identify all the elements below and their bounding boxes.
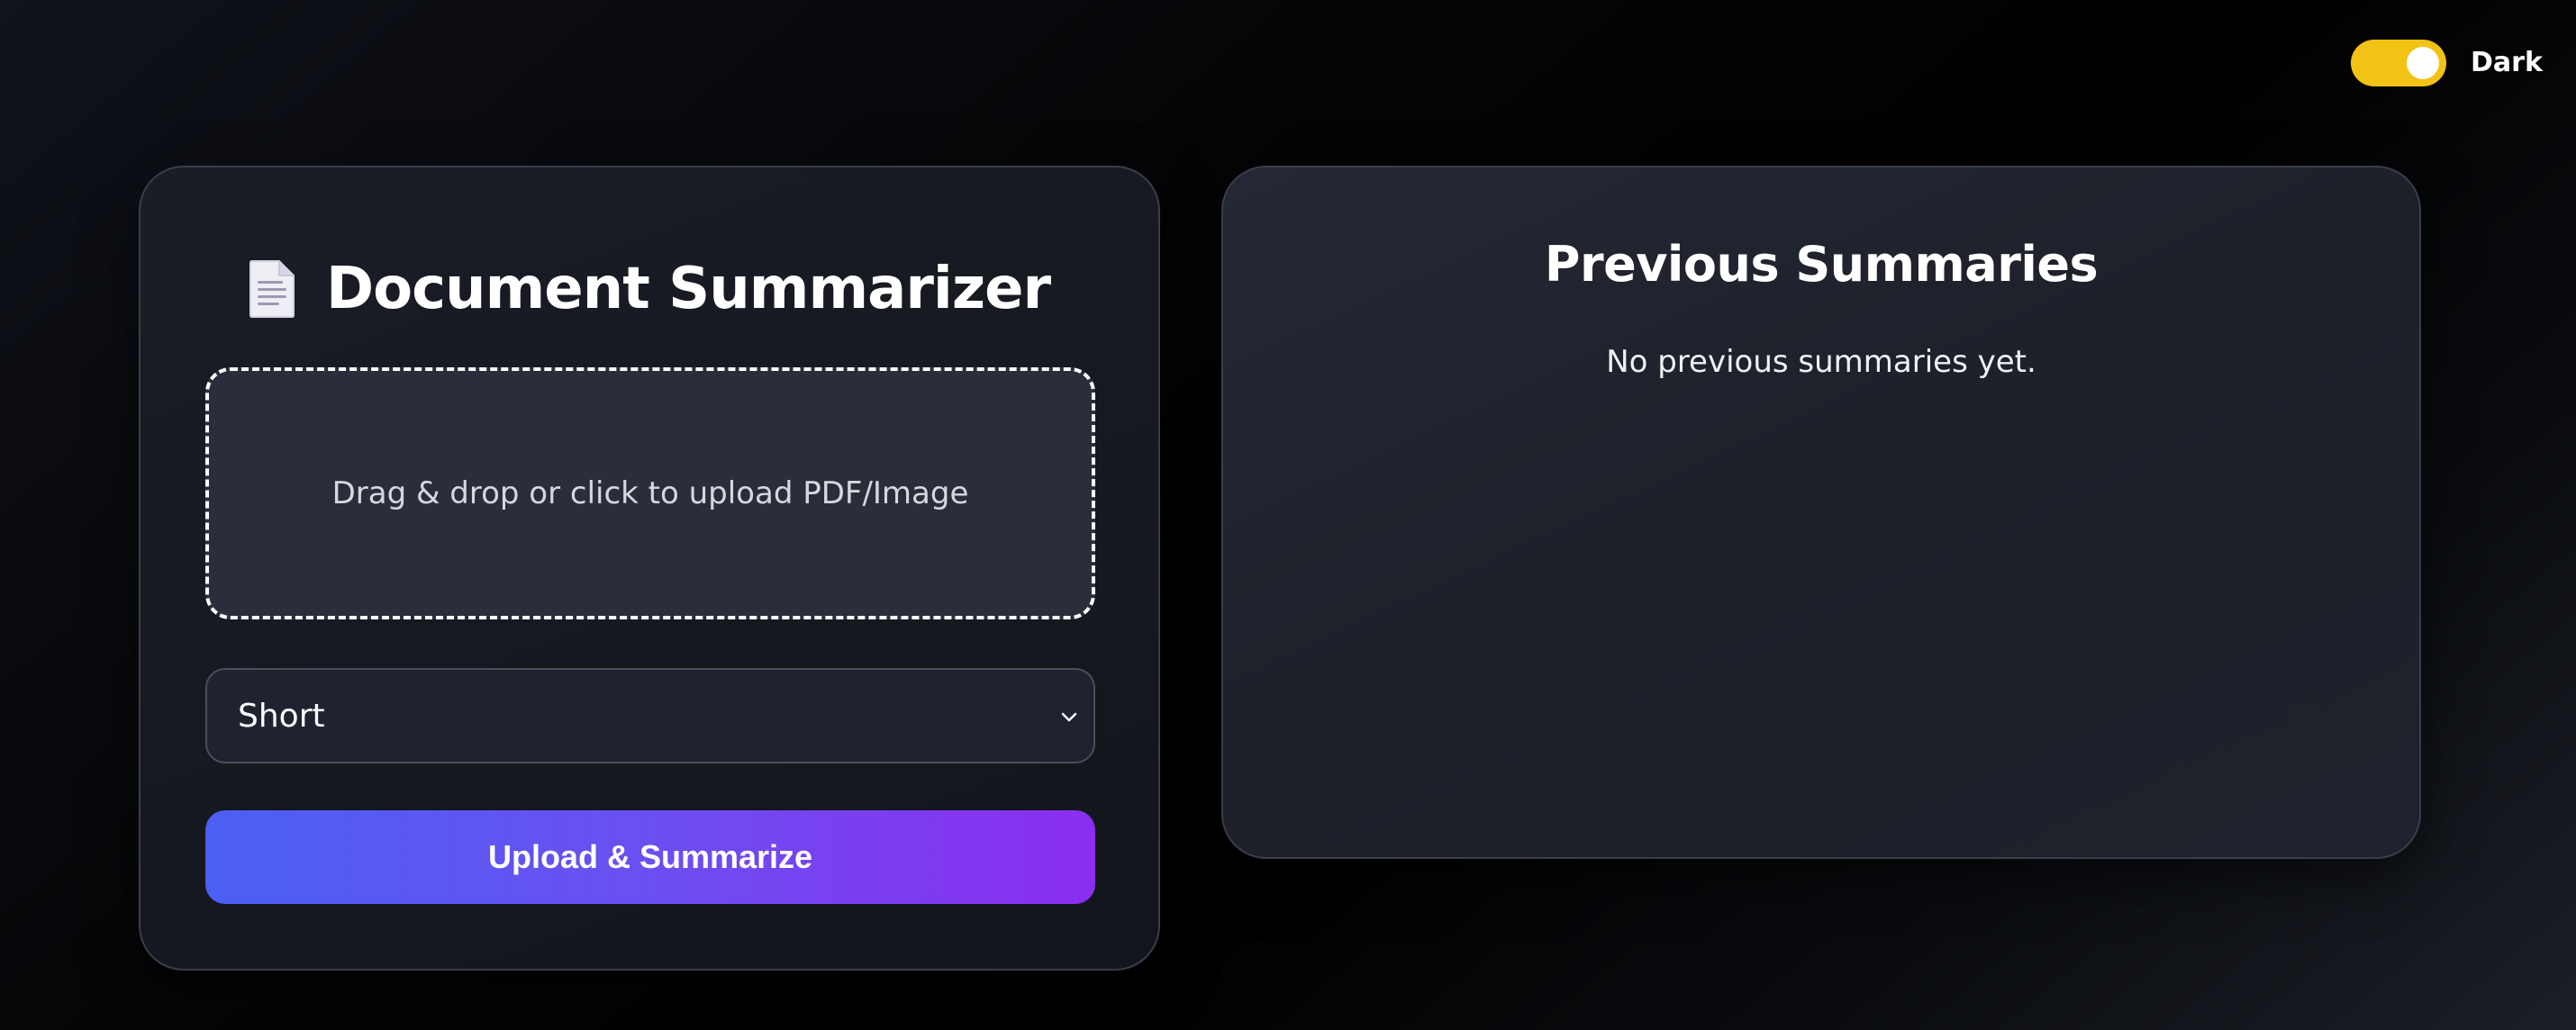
document-icon xyxy=(249,259,295,319)
theme-toggle[interactable] xyxy=(2351,40,2446,86)
chevron-down-icon xyxy=(1057,706,1081,729)
summary-length-value: Short xyxy=(238,697,325,735)
previous-summaries-title: Previous Summaries xyxy=(1544,236,2099,293)
summary-length-select[interactable]: Short xyxy=(205,668,1095,763)
empty-summaries-message: No previous summaries yet. xyxy=(1606,344,2036,380)
upload-summarize-label: Upload & Summarize xyxy=(487,838,813,875)
upload-summarize-button[interactable]: Upload & Summarize xyxy=(205,810,1095,904)
page-title: Document Summarizer xyxy=(325,256,1051,322)
dropzone-label: Drag & drop or click to upload PDF/Image xyxy=(331,475,969,511)
theme-toggle-label: Dark xyxy=(2471,47,2543,78)
toggle-knob xyxy=(2407,47,2439,79)
upload-dropzone[interactable]: Drag & drop or click to upload PDF/Image xyxy=(205,367,1095,619)
summarizer-header: Document Summarizer xyxy=(141,239,1158,339)
summarizer-card: Document Summarizer Drag & drop or click… xyxy=(139,166,1160,971)
previous-summaries-card: Previous Summaries No previous summaries… xyxy=(1221,166,2421,859)
